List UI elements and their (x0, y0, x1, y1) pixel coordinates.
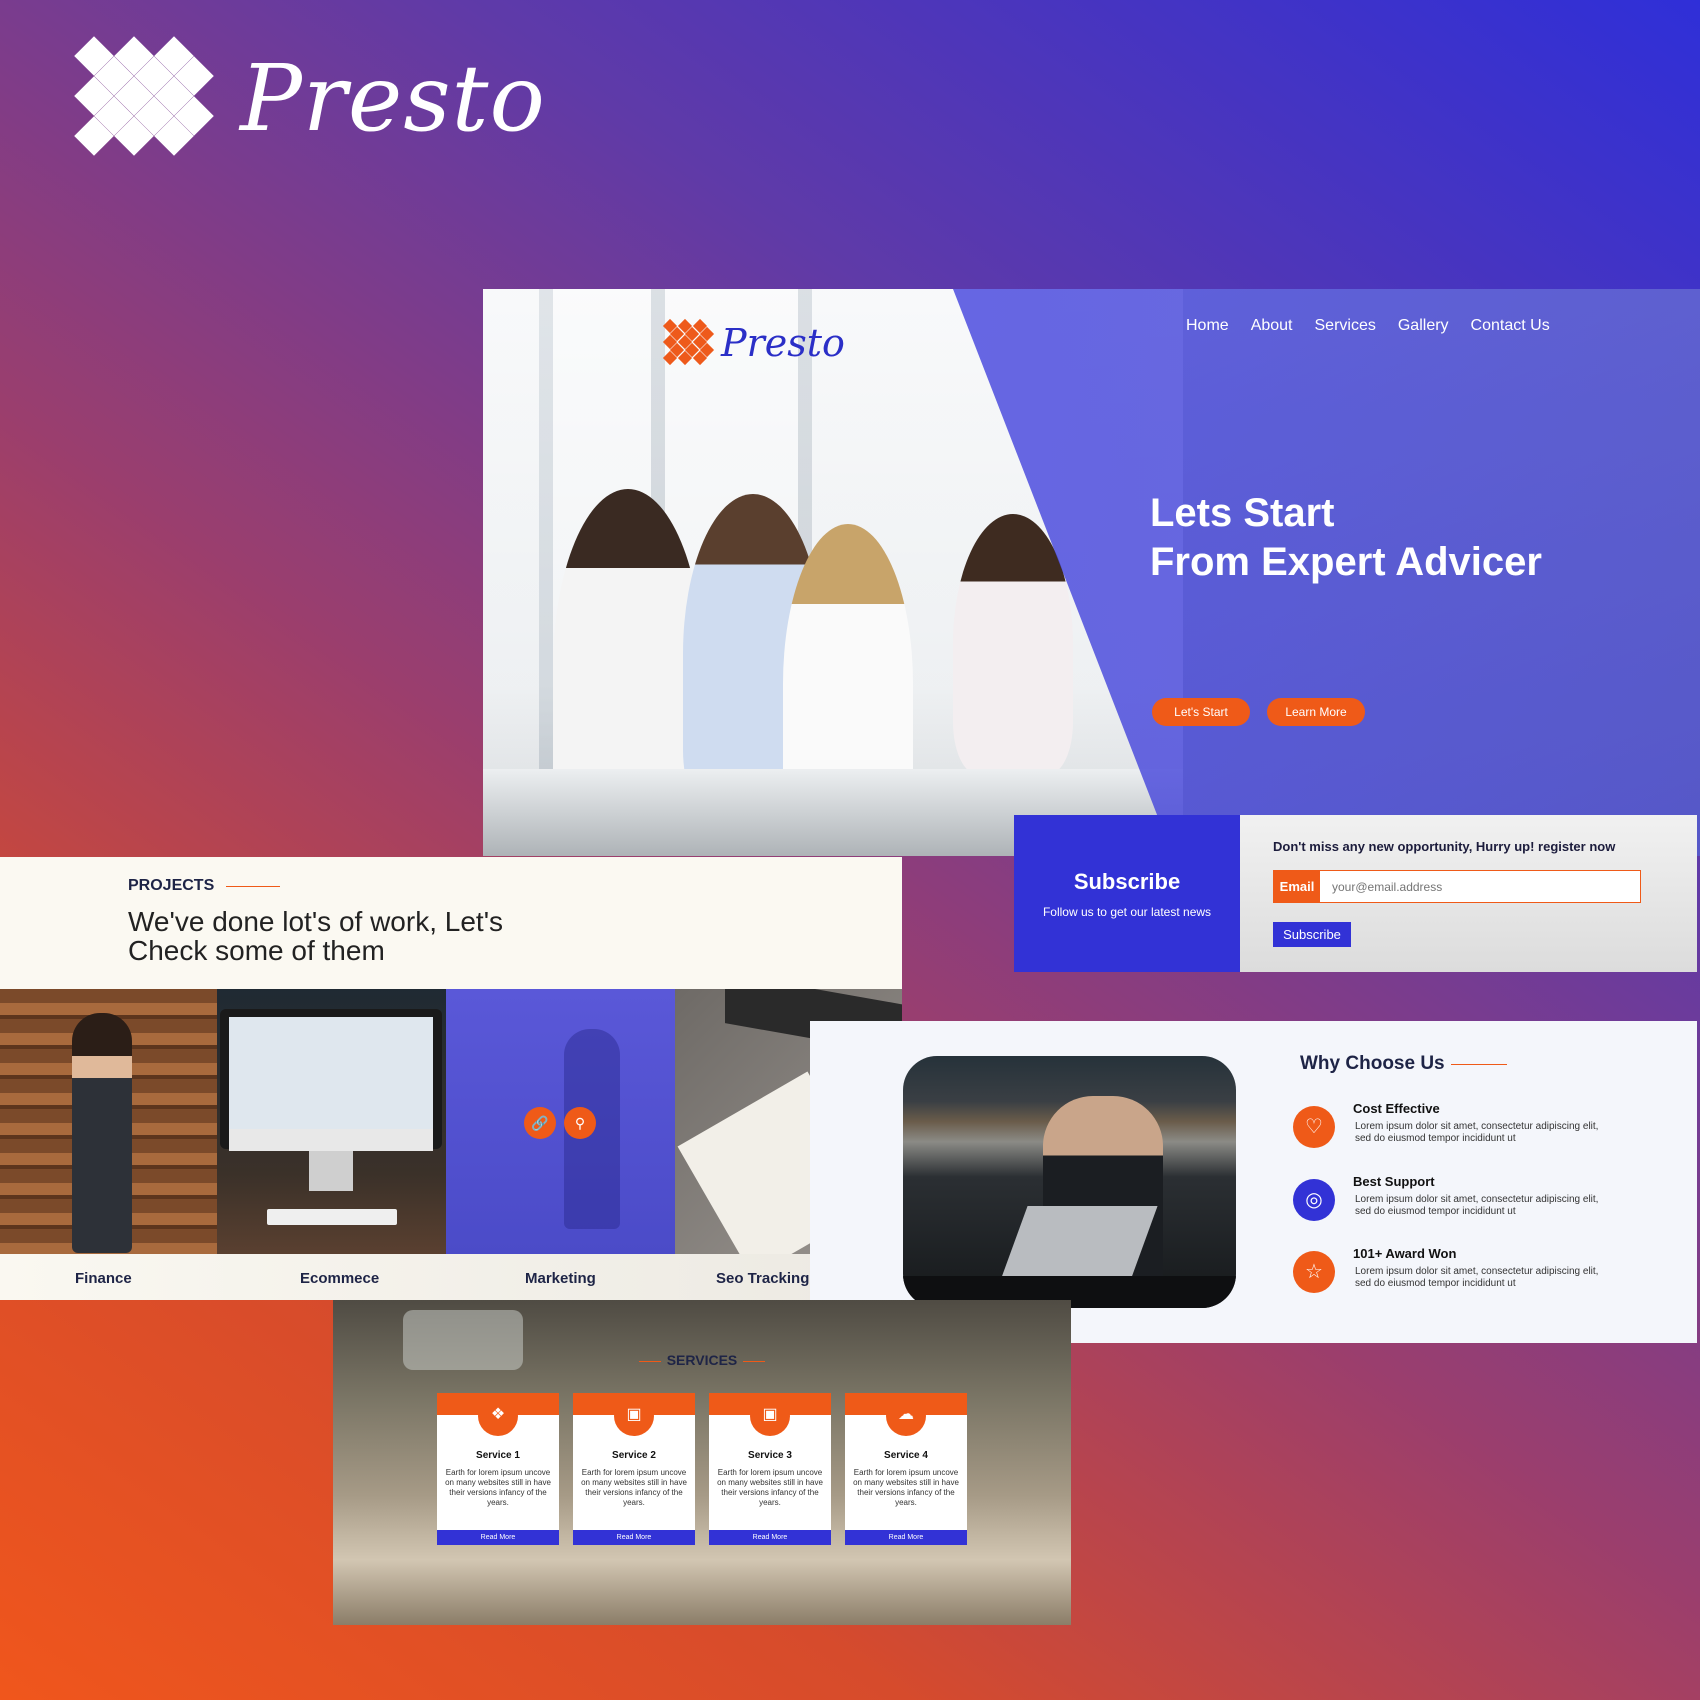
main-nav: Home About Services Gallery Contact Us (1186, 317, 1572, 335)
projects-title-line2: Check some of them (128, 935, 385, 966)
hero-logo-text: Presto (721, 321, 845, 365)
projects-title: We've done lot's of work, Let's Check so… (128, 907, 588, 965)
gift-icon: ❖ (478, 1396, 518, 1436)
businessman-photo (903, 1056, 1236, 1308)
project-image-finance[interactable] (0, 989, 217, 1254)
service-text: Earth for lorem ipsum uncove on many web… (581, 1468, 687, 1507)
nav-about[interactable]: About (1251, 317, 1293, 335)
diamond-logo-icon (662, 318, 715, 367)
heading-divider (1450, 1063, 1507, 1065)
nav-home[interactable]: Home (1186, 317, 1229, 335)
nav-services[interactable]: Services (1315, 317, 1376, 335)
services-heading-text: SERVICES (666, 1352, 738, 1368)
services-heading: SERVICES (333, 1352, 1071, 1368)
read-more-button[interactable]: Read More (573, 1530, 695, 1545)
hero-title-line1: Lets Start (1150, 491, 1335, 535)
hero-section: Presto Home About Services Gallery Conta… (483, 289, 1700, 856)
service-text: Earth for lorem ipsum uncove on many web… (717, 1468, 823, 1507)
feature-text: Lorem ipsum dolor sit amet, consectetur … (1355, 1194, 1599, 1217)
subscribe-message: Don't miss any new opportunity, Hurry up… (1273, 839, 1616, 854)
monitor-icon: ▣ (750, 1396, 790, 1436)
service-text: Earth for lorem ipsum uncove on many web… (445, 1468, 551, 1507)
learn-more-button[interactable]: Learn More (1267, 698, 1365, 726)
hero-logo[interactable]: Presto (662, 318, 845, 367)
project-gallery: 🔗 ⚲ (0, 989, 902, 1254)
read-more-button[interactable]: Read More (845, 1530, 967, 1545)
search-icon[interactable]: ⚲ (564, 1107, 596, 1139)
service-card: ▣ Service 2 Earth for lorem ipsum uncove… (573, 1393, 695, 1545)
project-label-ecommerce[interactable]: Ecommece (300, 1270, 379, 1287)
projects-heading-text: PROJECTS (128, 877, 215, 894)
feature-title: 101+ Award Won (1353, 1246, 1457, 1261)
cloud-icon: ☁ (886, 1396, 926, 1436)
project-labels: Finance Ecommece Marketing Seo Tracking … (0, 1254, 902, 1300)
project-label-seo[interactable]: Seo Tracking A (716, 1270, 824, 1287)
email-input[interactable] (1320, 871, 1640, 902)
nav-contact[interactable]: Contact Us (1471, 317, 1550, 335)
feature-text: Lorem ipsum dolor sit amet, consectetur … (1355, 1266, 1599, 1289)
service-title: Service 3 (748, 1450, 792, 1461)
subscribe-panel: Subscribe Follow us to get our latest ne… (1014, 815, 1240, 972)
brand-name: Presto (240, 45, 546, 152)
subscribe-title: Subscribe (1073, 869, 1181, 894)
service-title: Service 2 (612, 1450, 656, 1461)
feature-title: Best Support (1353, 1174, 1435, 1189)
lifebuoy-icon: ◎ (1293, 1179, 1335, 1221)
projects-title-line1: We've done lot's of work, Let's (128, 906, 504, 937)
service-card: ▣ Service 3 Earth for lorem ipsum uncove… (709, 1393, 831, 1545)
project-label-finance[interactable]: Finance (75, 1270, 132, 1287)
why-title: Why Choose Us (1300, 1053, 1507, 1075)
service-title: Service 1 (476, 1450, 520, 1461)
email-label: Email (1274, 871, 1320, 902)
project-image-ecommerce[interactable] (217, 989, 446, 1254)
monitor-icon: ▣ (614, 1396, 654, 1436)
hero-title: Lets Start From Expert Advicer (1150, 489, 1542, 587)
diamond-logo-icon (74, 36, 214, 161)
service-card: ☁ Service 4 Earth for lorem ipsum uncove… (845, 1393, 967, 1545)
projects-section: PROJECTS We've done lot's of work, Let's… (0, 857, 902, 1300)
heart-icon: ♡ (1293, 1106, 1335, 1148)
services-section: SERVICES ❖ Service 1 Earth for lorem ips… (333, 1300, 1071, 1625)
feature-text: Lorem ipsum dolor sit amet, consectetur … (1355, 1121, 1599, 1144)
subscribe-form: Don't miss any new opportunity, Hurry up… (1240, 815, 1697, 972)
trophy-icon: ☆ (1293, 1251, 1335, 1293)
lets-start-button[interactable]: Let's Start (1152, 698, 1250, 726)
project-image-marketing[interactable]: 🔗 ⚲ (446, 989, 675, 1254)
link-icon[interactable]: 🔗 (524, 1107, 556, 1139)
project-label-marketing[interactable]: Marketing (525, 1270, 596, 1287)
subscribe-subtitle: Follow us to get our latest news (1042, 905, 1212, 919)
brand-logo: Presto (74, 36, 546, 161)
nav-gallery[interactable]: Gallery (1398, 317, 1449, 335)
service-title: Service 4 (884, 1450, 928, 1461)
why-choose-us-section: Why Choose Us ♡ Cost Effective Lorem ips… (810, 1021, 1697, 1343)
why-title-text: Why Choose Us (1300, 1053, 1445, 1074)
hero-title-line2: From Expert Advicer (1150, 540, 1542, 584)
heading-divider (226, 885, 281, 887)
subscribe-button[interactable]: Subscribe (1273, 922, 1351, 947)
feature-title: Cost Effective (1353, 1101, 1440, 1116)
service-card: ❖ Service 1 Earth for lorem ipsum uncove… (437, 1393, 559, 1545)
service-text: Earth for lorem ipsum uncove on many web… (853, 1468, 959, 1507)
read-more-button[interactable]: Read More (437, 1530, 559, 1545)
projects-heading: PROJECTS (128, 877, 281, 895)
read-more-button[interactable]: Read More (709, 1530, 831, 1545)
email-field[interactable]: Email (1273, 870, 1641, 903)
